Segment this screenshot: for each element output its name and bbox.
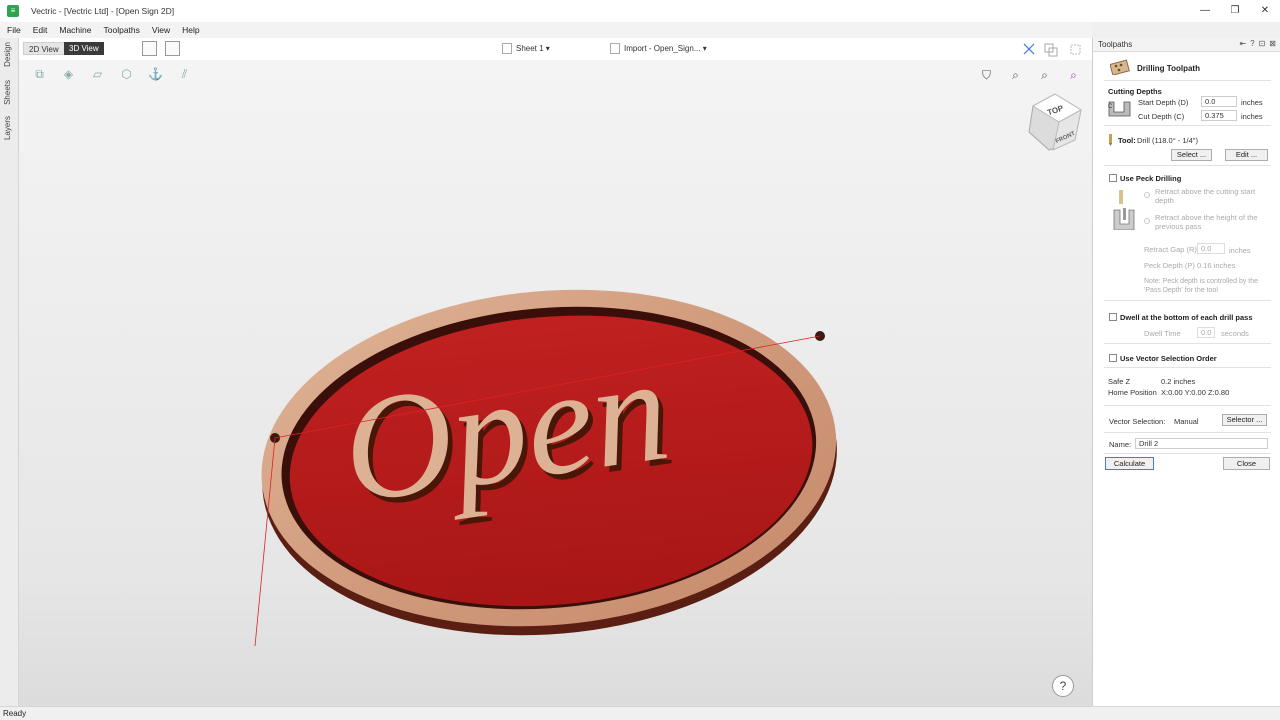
- dwell-time-unit: seconds: [1221, 329, 1249, 338]
- sheet-dropdown[interactable]: Sheet 1 ▾: [502, 43, 550, 54]
- panel-dock-icon[interactable]: ⇤: [1239, 39, 1246, 48]
- tool-label: Tool:: [1118, 136, 1136, 145]
- cut-depth-unit: inches: [1241, 112, 1263, 121]
- retract-gap-input[interactable]: 0.0: [1197, 243, 1225, 254]
- retract-gap-label: Retract Gap (R): [1144, 245, 1197, 254]
- toolpath-heading-section: Drilling Toolpath: [1104, 54, 1271, 81]
- peck-drilling-section: Use Peck Drilling Retract above the cutt…: [1104, 168, 1271, 301]
- start-depth-label: Start Depth (D): [1138, 98, 1189, 107]
- minimize-button[interactable]: —: [1190, 0, 1220, 22]
- horizontal-split-icon[interactable]: [142, 41, 157, 56]
- close-button[interactable]: ✕: [1250, 0, 1280, 22]
- home-position-label: Home Position: [1108, 388, 1157, 397]
- peck-drilling-diagram-icon: [1113, 190, 1135, 230]
- cutting-depth-diagram-icon: C: [1108, 101, 1131, 117]
- dwell-section: Dwell at the bottom of each drill pass D…: [1104, 303, 1271, 344]
- dwell-label: Dwell at the bottom of each drill pass: [1120, 313, 1253, 322]
- start-depth-unit: inches: [1241, 98, 1263, 107]
- vector-selection-value: Manual: [1174, 417, 1199, 426]
- home-position-value: X:0.00 Y:0.00 Z:0.80: [1161, 388, 1230, 397]
- menu-help[interactable]: Help: [182, 25, 199, 35]
- calculate-button[interactable]: Calculate: [1105, 457, 1154, 470]
- vector-order-checkbox[interactable]: [1109, 354, 1117, 362]
- tab-2d-view[interactable]: 2D View: [23, 42, 65, 55]
- tab-design[interactable]: Design: [3, 42, 15, 67]
- tab-sheets[interactable]: Sheets: [3, 80, 15, 105]
- menu-machine[interactable]: Machine: [59, 25, 91, 35]
- tab-layers[interactable]: Layers: [3, 116, 15, 140]
- panel-header: Toolpaths ⇤ ? ⊡ ⊠: [1093, 38, 1280, 52]
- peck-drilling-label: Use Peck Drilling: [1120, 174, 1182, 183]
- window-title: Vectric - [Vectric Ltd] - [Open Sign 2D]: [31, 6, 175, 16]
- view-tools-icons[interactable]: [1021, 41, 1089, 57]
- menu-toolpaths[interactable]: Toolpaths: [104, 25, 140, 35]
- tool-value: Drill (118.0° - 1/4"): [1137, 136, 1198, 145]
- toolpath-type-title: Drilling Toolpath: [1137, 64, 1200, 73]
- safe-z-value: 0.2 inches: [1161, 377, 1196, 386]
- menu-view[interactable]: View: [152, 25, 170, 35]
- toolpath-name-input[interactable]: Drill 2: [1135, 438, 1268, 449]
- panel-title: Toolpaths: [1098, 40, 1133, 49]
- svg-text:C: C: [1108, 104, 1113, 110]
- toolpath-panel: Toolpaths ⇤ ? ⊡ ⊠ Drilling Toolpath Cutt…: [1092, 38, 1280, 706]
- drill-bit-icon: [1109, 134, 1112, 146]
- dwell-checkbox[interactable]: [1109, 313, 1117, 321]
- panel-help-icon[interactable]: ?: [1250, 39, 1254, 48]
- drilling-toolpath-icon: [1110, 59, 1130, 75]
- vector-selection-section: Vector Selection: Manual Selector ...: [1104, 408, 1271, 433]
- sheet-dropdown-label: Sheet 1 ▾: [516, 44, 550, 53]
- peck-depth-value: 0.16 inches: [1197, 261, 1236, 270]
- start-depth-input[interactable]: 0.0: [1201, 96, 1237, 107]
- close-panel-button[interactable]: Close: [1223, 457, 1270, 470]
- tool-edit-button[interactable]: Edit ...: [1225, 149, 1268, 161]
- vertical-split-icon[interactable]: [165, 41, 180, 56]
- menu-edit[interactable]: Edit: [33, 25, 48, 35]
- panel-restore-icon[interactable]: ⊡: [1259, 39, 1266, 48]
- name-label: Name:: [1109, 440, 1132, 449]
- view-toolbar: 2D View 3D View Sheet 1 ▾ Import - Open_…: [19, 38, 1092, 60]
- vectric-logo-icon: ≡: [7, 5, 19, 17]
- menu-file[interactable]: File: [7, 25, 21, 35]
- peck-depth-label: Peck Depth (P): [1144, 261, 1195, 270]
- peck-drilling-checkbox[interactable]: [1109, 174, 1117, 182]
- vector-order-label: Use Vector Selection Order: [1120, 354, 1217, 363]
- tool-section: Tool: Drill (118.0° - 1/4") Select ... E…: [1104, 128, 1271, 166]
- cut-depth-label: Cut Depth (C): [1138, 112, 1185, 121]
- tool-select-button[interactable]: Select ...: [1171, 149, 1212, 161]
- retract-previous-pass-radio[interactable]: [1144, 218, 1150, 224]
- menu-bar: File Edit Machine Toolpaths View Help: [0, 22, 1092, 38]
- 3d-viewport[interactable]: ⧉ ◈ ▱ ⬡ ⚓ ⫽ ⛉ ⌕ ⌕ ⌕ TOP FRONT Open Open …: [19, 60, 1092, 706]
- help-icon[interactable]: ?: [1052, 675, 1074, 697]
- name-section: Name: Drill 2: [1104, 435, 1271, 454]
- cutting-depths-section: Cutting Depths C Start Depth (D) 0.0 inc…: [1104, 81, 1271, 126]
- retract-start-depth-label: Retract above the cutting start depth: [1155, 187, 1256, 205]
- vector-selection-label: Vector Selection:: [1109, 417, 1166, 426]
- title-bar: ≡ Vectric - [Vectric Ltd] - [Open Sign 2…: [0, 0, 1280, 22]
- status-text: Ready: [3, 709, 27, 718]
- left-tab-strip: Design Sheets Layers: [0, 38, 19, 706]
- import-dropdown-label: Import - Open_Sign... ▾: [624, 44, 707, 53]
- restore-button[interactable]: ❐: [1220, 0, 1250, 22]
- vector-order-section: Use Vector Selection Order: [1104, 346, 1271, 368]
- panel-close-icon[interactable]: ⊠: [1269, 39, 1276, 48]
- sheet-icon: [502, 43, 512, 54]
- import-icon: [610, 43, 620, 54]
- status-bar: Ready: [0, 706, 1280, 720]
- selector-button[interactable]: Selector ...: [1222, 414, 1267, 426]
- dwell-time-input[interactable]: 0.0: [1197, 327, 1215, 338]
- sign-3d-model: Open Open: [254, 289, 837, 647]
- import-dropdown[interactable]: Import - Open_Sign... ▾: [610, 43, 707, 54]
- retract-start-depth-radio[interactable]: [1144, 192, 1150, 198]
- retract-previous-pass-label: Retract above the height of the previous…: [1155, 213, 1258, 231]
- peck-depth-note: Note: Peck depth is controlled by the 'P…: [1144, 278, 1259, 294]
- cut-depth-input[interactable]: 0.375: [1201, 110, 1237, 121]
- safe-z-label: Safe Z: [1108, 377, 1131, 386]
- tab-3d-view[interactable]: 3D View: [64, 42, 104, 55]
- dwell-time-label: Dwell Time: [1144, 329, 1181, 338]
- cutting-depths-heading: Cutting Depths: [1108, 87, 1162, 96]
- retract-gap-unit: inches: [1229, 246, 1251, 255]
- safe-z-section: Safe Z 0.2 inches Home Position X:0.00 Y…: [1104, 370, 1271, 406]
